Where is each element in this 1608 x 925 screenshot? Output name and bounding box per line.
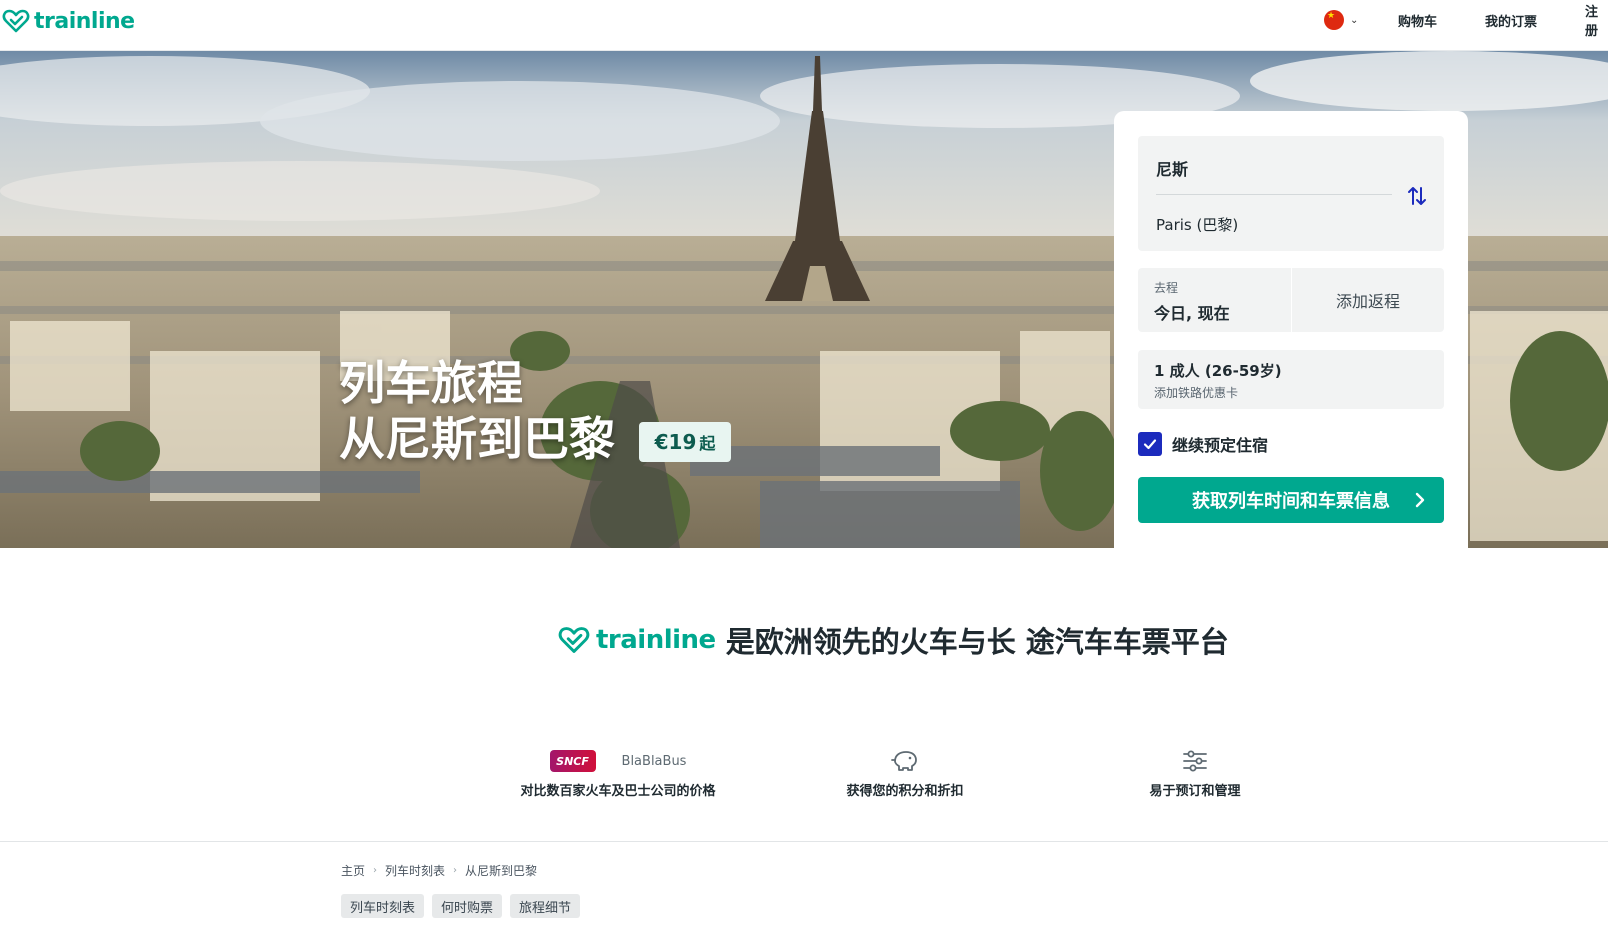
- search-card: 尼斯 Paris (巴黎) 去程 今日, 现在 添加返程 1 成人 (26-59…: [1114, 111, 1468, 548]
- swap-stations-button[interactable]: [1402, 181, 1432, 211]
- field-divider: [1156, 194, 1392, 195]
- partner-logos: SNCF BlaBlaBus: [508, 748, 728, 774]
- language-selector[interactable]: ⌄: [1324, 0, 1358, 40]
- piggy-bank-icon: [891, 751, 917, 771]
- breadcrumb: 主页 › 列车时刻表 › 从尼斯到巴黎: [341, 862, 537, 879]
- accommodation-checkbox-row[interactable]: 继续预定住宿: [1138, 432, 1268, 456]
- promo-tagline-text: 是欧洲领先的火车与长 途汽车车票平台: [725, 625, 1229, 659]
- passengers-value: 1 成人 (26-59岁): [1154, 362, 1282, 380]
- feature-compare-label: 对比数百家火车及巴士公司的价格: [520, 784, 716, 799]
- chevron-right-icon: [1415, 492, 1425, 508]
- sliders-icon: [1183, 750, 1207, 772]
- feature-compare: SNCF BlaBlaBus 对比数百家火车及巴士公司的价格: [508, 748, 728, 799]
- section-divider: [0, 841, 1608, 842]
- promo-brand: trainline: [596, 625, 716, 655]
- checkmark-icon: [1143, 439, 1157, 450]
- outbound-label: 去程: [1154, 281, 1179, 295]
- feature-rewards-label: 获得您的积分和折扣: [846, 784, 964, 799]
- cta-label: 获取列车时间和车票信息: [1192, 491, 1390, 512]
- origin-destination-box: 尼斯 Paris (巴黎): [1138, 136, 1444, 251]
- railcard-link[interactable]: 添加铁路优惠卡: [1154, 384, 1238, 401]
- chevron-down-icon: ⌄: [1350, 14, 1359, 26]
- feature-manage: 易于预订和管理: [1110, 748, 1280, 799]
- breadcrumb-timetables[interactable]: 列车时刻表: [385, 862, 445, 879]
- hero-title: 列车旅程 从尼斯到巴黎: [339, 355, 615, 467]
- chevron-right-icon: ›: [373, 865, 378, 876]
- sncf-logo: SNCF: [549, 750, 596, 772]
- destination-field[interactable]: Paris (巴黎): [1156, 214, 1238, 235]
- price-amount: €19: [654, 430, 697, 454]
- feature-manage-label: 易于预订和管理: [1149, 784, 1241, 799]
- price-suffix: 起: [699, 434, 716, 453]
- trainline-logo[interactable]: trainline: [2, 6, 135, 36]
- chevron-right-icon: ›: [453, 865, 458, 876]
- heart-check-icon: [558, 627, 590, 653]
- outbound-value: 今日, 现在: [1154, 304, 1230, 323]
- accommodation-label: 继续预定住宿: [1172, 436, 1269, 455]
- accommodation-checkbox[interactable]: [1138, 432, 1162, 456]
- get-times-tickets-button[interactable]: 获取列车时间和车票信息: [1138, 477, 1444, 523]
- chip-timetable[interactable]: 列车时刻表: [341, 894, 425, 918]
- hero-title-line-1: 列车旅程: [339, 356, 523, 410]
- my-orders-link[interactable]: 我的订票: [1485, 0, 1537, 40]
- site-header: trainline ⌄ 购物车 我的订票 注册: [0, 0, 1608, 51]
- origin-field[interactable]: 尼斯: [1156, 156, 1188, 180]
- heart-check-icon: [2, 9, 30, 33]
- outbound-date-field[interactable]: 去程 今日, 现在: [1138, 268, 1291, 332]
- chip-when-to-buy[interactable]: 何时购票: [432, 894, 503, 918]
- breadcrumb-current: 从尼斯到巴黎: [465, 864, 538, 878]
- chip-journey-details[interactable]: 旅程细节: [510, 894, 581, 918]
- price-badge: €19 起: [639, 422, 731, 462]
- promo-tagline: trainline 是欧洲领先的火车与长 途汽车车票平台: [558, 618, 1229, 662]
- brand-name: trainline: [34, 8, 135, 34]
- passengers-field[interactable]: 1 成人 (26-59岁) 添加铁路优惠卡: [1138, 350, 1444, 409]
- register-link[interactable]: 注册: [1585, 0, 1608, 40]
- cart-link[interactable]: 购物车: [1398, 0, 1437, 40]
- feature-rewards: 获得您的积分和折扣: [810, 748, 1000, 799]
- breadcrumb-home[interactable]: 主页: [341, 862, 365, 879]
- blablabus-logo: BlaBlaBus: [621, 753, 687, 769]
- china-flag-icon: [1324, 10, 1344, 30]
- section-chips: 列车时刻表 何时购票 旅程细节: [341, 894, 581, 918]
- add-return-button[interactable]: 添加返程: [1292, 268, 1444, 332]
- hero-title-line-2: 从尼斯到巴黎: [339, 412, 615, 466]
- swap-arrows-icon: [1408, 187, 1426, 205]
